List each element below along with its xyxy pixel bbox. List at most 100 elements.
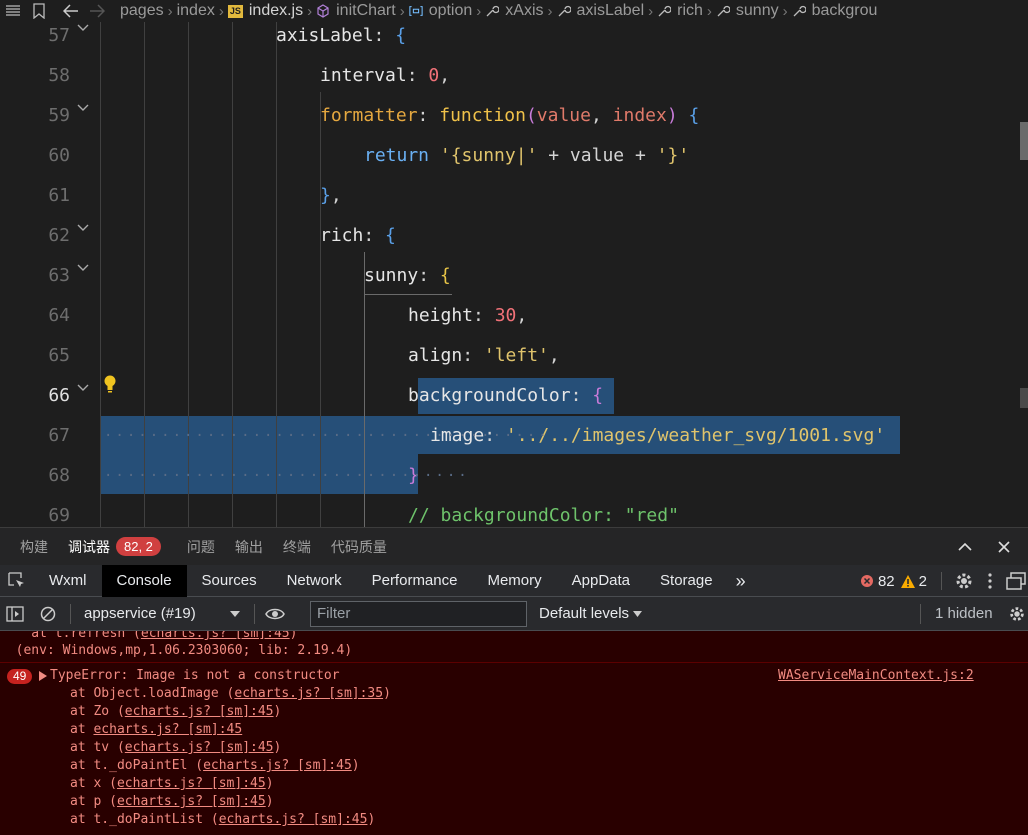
- tab-build[interactable]: 构建: [20, 537, 48, 557]
- fold-chevron-icon[interactable]: [76, 22, 90, 34]
- warning-triangle-icon: [900, 574, 915, 588]
- inspect-element-icon[interactable]: [0, 571, 34, 590]
- back-arrow-icon[interactable]: [58, 0, 84, 22]
- variable-icon: [409, 6, 423, 16]
- line-number: 58: [48, 65, 70, 86]
- fold-chevron-icon[interactable]: [76, 100, 90, 114]
- devtab-appdata[interactable]: AppData: [557, 565, 645, 597]
- error-source-link[interactable]: WAServiceMainContext.js:2: [778, 667, 974, 685]
- tab-debugger-label: 调试器: [68, 538, 110, 555]
- code-line-57: axisLabel: {: [276, 25, 407, 46]
- devtab-sources[interactable]: Sources: [187, 565, 272, 597]
- error-message[interactable]: TypeError: Image is not a constructor: [50, 667, 340, 685]
- breadcrumb-option[interactable]: option: [409, 2, 472, 20]
- line-number: 69: [48, 505, 70, 526]
- error-count[interactable]: 82: [878, 573, 895, 590]
- breadcrumb-xaxis-label: xAxis: [505, 2, 544, 19]
- breadcrumb-rich-label: rich: [677, 2, 703, 19]
- settings-gear-icon[interactable]: [954, 571, 974, 591]
- line-number: 61: [48, 185, 70, 206]
- close-panel-icon[interactable]: [990, 528, 1018, 566]
- fold-chevron-icon[interactable]: [76, 380, 90, 394]
- devtab-storage[interactable]: Storage: [645, 565, 728, 597]
- line-number: 60: [48, 145, 70, 166]
- breadcrumb-index-folder[interactable]: index: [177, 2, 215, 20]
- chevron-right-icon: ›: [648, 2, 654, 20]
- chevron-right-icon: ›: [782, 2, 788, 20]
- wrench-icon: [793, 5, 806, 17]
- console-settings-gear-icon[interactable]: [1008, 605, 1026, 623]
- breadcrumb-axislabel-label: axisLabel: [576, 2, 645, 19]
- source-link[interactable]: echarts.js? [sm]:45: [203, 758, 352, 773]
- line-number: 67: [48, 425, 70, 446]
- whitespace-dots: ·······································: [104, 428, 550, 444]
- wrench-icon: [658, 5, 672, 17]
- js-file-icon: JS: [227, 4, 243, 18]
- bookmark-icon[interactable]: [26, 0, 52, 22]
- breadcrumb-initchart[interactable]: initChart: [316, 2, 396, 20]
- line-number: 62: [48, 225, 70, 246]
- breadcrumb-file-label: index.js: [248, 2, 304, 19]
- undock-window-icon[interactable]: [1006, 572, 1026, 590]
- collapse-panel-icon[interactable]: [951, 528, 979, 566]
- breadcrumb-xaxis[interactable]: xAxis: [485, 2, 544, 20]
- breadcrumb-sunny-label: sunny: [735, 2, 779, 19]
- source-link[interactable]: echarts.js? [sm]:45: [117, 776, 266, 791]
- filter-input[interactable]: Filter: [310, 601, 527, 627]
- breadcrumb-sunny[interactable]: sunny: [716, 2, 779, 20]
- source-link[interactable]: echarts.js? [sm]:45: [125, 704, 274, 719]
- line-number: 65: [48, 345, 70, 366]
- kebab-menu-icon[interactable]: [988, 573, 992, 589]
- chevron-right-icon: ›: [307, 2, 313, 20]
- scrollbar-marker[interactable]: [1020, 388, 1028, 408]
- wrench-icon: [486, 5, 500, 17]
- source-link[interactable]: echarts.js? [sm]:45: [219, 812, 368, 827]
- chevron-right-icon: ›: [706, 2, 712, 20]
- code-line-66: backgroundColor: {: [408, 385, 604, 406]
- devtab-wxml[interactable]: Wxml: [34, 565, 102, 597]
- devtab-network[interactable]: Network: [272, 565, 357, 597]
- breadcrumb-backgroundcolor[interactable]: backgrou: [792, 2, 878, 20]
- list-icon[interactable]: [0, 0, 26, 22]
- panel-tab-bar: 构建 调试器 82, 2 问题 输出 终端 代码质量: [0, 527, 1028, 565]
- code-editor[interactable]: 57 58 59 60 61 62 63 64 65 66 67 68 69 a…: [0, 22, 1028, 527]
- clear-console-icon[interactable]: [40, 606, 56, 622]
- devtab-performance[interactable]: Performance: [357, 565, 473, 597]
- source-link[interactable]: echarts.js? [sm]:45: [125, 740, 274, 755]
- code-line-61: },: [320, 185, 342, 206]
- tab-code-quality[interactable]: 代码质量: [331, 537, 387, 557]
- sidebar-toggle-icon[interactable]: [6, 605, 24, 622]
- source-link[interactable]: echarts.js? [sm]:45: [93, 722, 242, 737]
- log-levels-select[interactable]: Default levels: [539, 605, 643, 622]
- fold-chevron-icon[interactable]: [76, 260, 90, 274]
- breadcrumb-pages[interactable]: pages: [120, 2, 164, 20]
- tab-output[interactable]: 输出: [235, 537, 263, 557]
- breadcrumb-backgroundcolor-label: backgrou: [811, 2, 878, 19]
- context-select-value: appservice (#19): [84, 605, 196, 622]
- more-tabs-icon[interactable]: »: [728, 565, 754, 597]
- source-link[interactable]: echarts.js? [sm]:35: [234, 686, 383, 701]
- warning-count[interactable]: 2: [919, 573, 927, 590]
- devtools-status: 82 2: [860, 565, 1028, 597]
- breadcrumb-rich[interactable]: rich: [657, 2, 703, 20]
- tab-terminal[interactable]: 终端: [283, 537, 311, 557]
- tab-problems[interactable]: 问题: [187, 537, 215, 557]
- expand-triangle-icon[interactable]: [39, 671, 47, 681]
- source-link[interactable]: echarts.js? [sm]:45: [117, 794, 266, 809]
- fold-chevron-icon[interactable]: [76, 220, 90, 234]
- breadcrumb-initchart-label: initChart: [336, 2, 396, 19]
- eye-icon[interactable]: [265, 607, 285, 621]
- devtab-console[interactable]: Console: [101, 564, 187, 597]
- context-select[interactable]: appservice (#19): [84, 605, 244, 622]
- breadcrumb-file[interactable]: JS index.js: [227, 2, 304, 20]
- lightbulb-icon[interactable]: [102, 374, 118, 394]
- breadcrumb-axislabel[interactable]: axisLabel: [557, 2, 645, 20]
- line-number: 68: [48, 465, 70, 486]
- scrollbar-marker[interactable]: [1020, 122, 1028, 160]
- source-link[interactable]: echarts.js? [sm]:45: [141, 631, 290, 641]
- console-toolbar: appservice (#19) Filter Default levels 1…: [0, 597, 1028, 631]
- devtab-memory[interactable]: Memory: [472, 565, 556, 597]
- chevron-right-icon: ›: [218, 2, 224, 20]
- tab-debugger[interactable]: 调试器 82, 2: [68, 537, 161, 557]
- forward-arrow-icon[interactable]: [84, 0, 110, 22]
